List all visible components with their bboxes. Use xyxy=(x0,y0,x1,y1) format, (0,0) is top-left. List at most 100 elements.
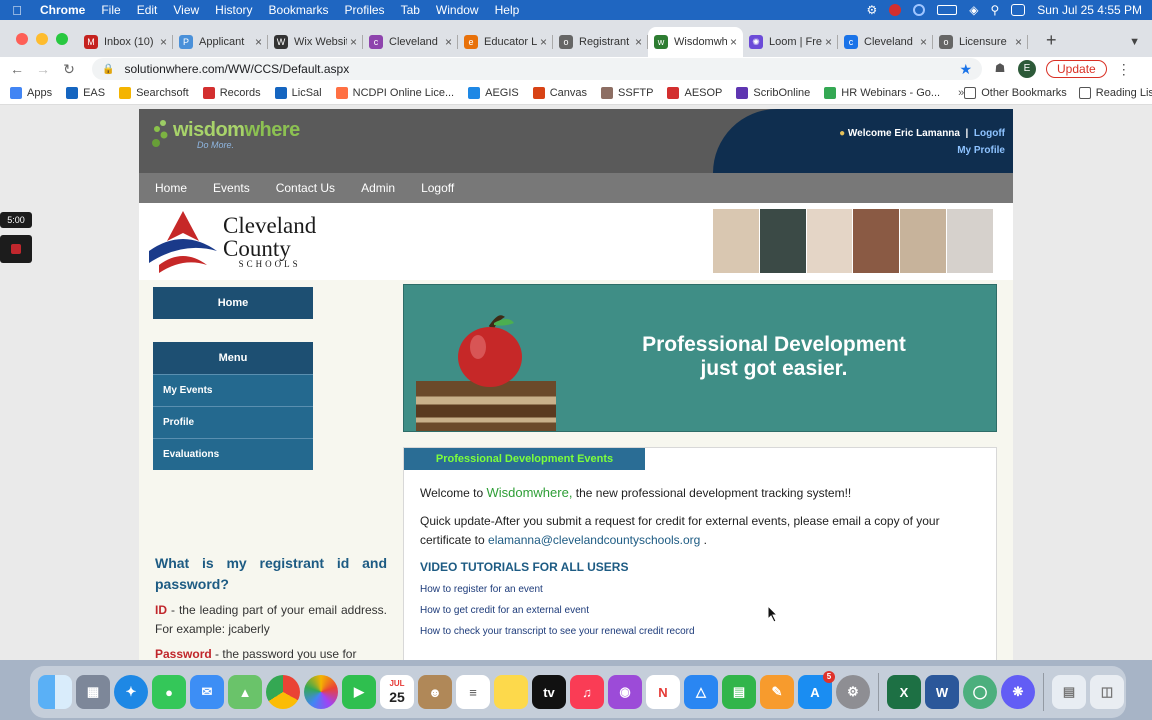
video-link-external-credit[interactable]: How to get credit for an external event xyxy=(420,605,980,616)
sidebar-item-evaluations[interactable]: Evaluations xyxy=(153,438,313,470)
sidebar-home-button[interactable]: Home xyxy=(153,287,313,319)
bookmark-item[interactable]: HR Webinars - Go... xyxy=(824,86,940,99)
header-logoff-link[interactable]: Logoff xyxy=(974,128,1005,139)
nav-admin[interactable]: Admin xyxy=(361,181,395,195)
menu-app-name[interactable]: Chrome xyxy=(34,3,93,17)
contacts-icon[interactable]: ☻ xyxy=(418,675,452,709)
red-app-icon[interactable] xyxy=(889,4,902,16)
app-store-icon[interactable]: A5 xyxy=(798,671,835,709)
brightness-icon[interactable]: ⚙ xyxy=(866,3,877,17)
word-icon[interactable]: W xyxy=(925,675,959,709)
stop-recording-button[interactable] xyxy=(0,235,32,263)
messages-icon[interactable]: ● xyxy=(152,675,186,709)
browser-tab[interactable]: M Inbox (10) × xyxy=(78,27,173,57)
bookmark-item[interactable]: AEGIS xyxy=(468,86,519,99)
address-bar[interactable]: 🔒 solutionwhere.com/WW/CCS/Default.aspx … xyxy=(92,58,982,80)
nav-events[interactable]: Events xyxy=(213,181,250,195)
nav-contact-us[interactable]: Contact Us xyxy=(276,181,335,195)
control-center-icon[interactable] xyxy=(1011,4,1026,16)
apple-tv-icon[interactable]: tv xyxy=(532,675,566,709)
keynote-icon[interactable]: △ xyxy=(684,675,718,709)
sidebar-item-profile[interactable]: Profile xyxy=(153,406,313,438)
battery-icon[interactable] xyxy=(937,5,958,15)
calendar-icon[interactable]: JUL 25 xyxy=(380,675,414,709)
blue-circle-icon[interactable] xyxy=(913,4,926,16)
menu-history[interactable]: History xyxy=(207,3,260,17)
notes-icon[interactable] xyxy=(494,675,528,709)
menu-clock[interactable]: Sun Jul 25 4:55 PM xyxy=(1037,3,1142,17)
bookmark-item[interactable]: EAS xyxy=(66,86,105,99)
other-bookmarks-folder[interactable]: Other Bookmarks xyxy=(964,86,1067,99)
photos-icon[interactable] xyxy=(304,675,338,709)
facetime-icon[interactable]: ▶ xyxy=(342,675,376,709)
update-email-link[interactable]: elamanna@clevelandcountyschools.org xyxy=(488,533,700,547)
maps-icon[interactable]: ▲ xyxy=(228,675,262,709)
back-button[interactable]: ← xyxy=(4,61,30,77)
bookmark-star-icon[interactable]: ★ xyxy=(959,61,972,78)
loom-icon[interactable]: ❋ xyxy=(1001,675,1035,709)
tab-close-icon[interactable]: × xyxy=(730,35,737,49)
bookmark-item[interactable]: Canvas xyxy=(532,86,587,99)
browser-tab[interactable]: c Cleveland × xyxy=(838,27,933,57)
reminders-icon[interactable]: ≡ xyxy=(456,675,490,709)
tab-close-icon[interactable]: × xyxy=(920,35,927,49)
menu-profiles[interactable]: Profiles xyxy=(337,3,393,17)
tab-close-icon[interactable]: × xyxy=(825,35,832,49)
finder-icon[interactable] xyxy=(38,675,72,709)
browser-tab[interactable]: e Educator L × xyxy=(458,27,553,57)
zoom-window-icon[interactable] xyxy=(56,33,68,45)
podcasts-icon[interactable]: ◉ xyxy=(608,675,642,709)
apple-menu-icon[interactable]:  xyxy=(0,3,34,18)
chrome-menu-icon[interactable]: ⋮ xyxy=(1117,61,1131,78)
spotlight-search-icon[interactable]: ⚲ xyxy=(990,3,999,17)
system-preferences-icon[interactable]: ⚙ xyxy=(836,675,870,709)
wifi-icon[interactable]: ◈ xyxy=(969,3,978,17)
profile-avatar[interactable]: E xyxy=(1018,60,1036,78)
mail-icon[interactable]: ✉ xyxy=(190,675,224,709)
bookmark-item[interactable]: NCDPI Online Lice... xyxy=(335,86,454,99)
reading-list-button[interactable]: Reading List xyxy=(1078,86,1152,99)
music-icon[interactable]: ♫ xyxy=(570,675,604,709)
numbers-icon[interactable]: ▤ xyxy=(722,675,756,709)
menu-bookmarks[interactable]: Bookmarks xyxy=(261,3,337,17)
browser-tab[interactable]: c Cleveland × xyxy=(363,27,458,57)
close-window-icon[interactable] xyxy=(16,33,28,45)
downloads-folder-icon[interactable]: ▤ xyxy=(1052,675,1086,709)
news-icon[interactable]: N xyxy=(646,675,680,709)
extensions-puzzle-icon[interactable]: ☗ xyxy=(992,61,1008,77)
tab-close-icon[interactable]: × xyxy=(1015,35,1022,49)
lock-icon[interactable]: 🔒 xyxy=(102,64,114,75)
sidebar-item-my-events[interactable]: My Events xyxy=(153,374,313,406)
menu-view[interactable]: View xyxy=(165,3,207,17)
bookmark-item[interactable]: LicSal xyxy=(274,86,322,99)
tab-close-icon[interactable]: × xyxy=(540,35,547,49)
menu-edit[interactable]: Edit xyxy=(129,3,166,17)
pages-icon[interactable]: ✎ xyxy=(760,675,794,709)
bookmark-item[interactable]: Searchsoft xyxy=(119,86,189,99)
bookmark-item[interactable]: SSFTP xyxy=(601,86,653,99)
menu-file[interactable]: File xyxy=(93,3,128,17)
minimize-window-icon[interactable] xyxy=(36,33,48,45)
chrome-icon[interactable] xyxy=(266,675,300,709)
bookmark-item[interactable]: Records xyxy=(202,86,261,99)
tab-close-icon[interactable]: × xyxy=(255,35,262,49)
browser-tab[interactable]: ✺ Loom | Free× xyxy=(743,27,838,57)
nav-home[interactable]: Home xyxy=(155,181,187,195)
tab-close-icon[interactable]: × xyxy=(160,35,167,49)
new-tab-button[interactable]: + xyxy=(1028,30,1057,57)
my-profile-link[interactable]: My Profile xyxy=(957,145,1005,156)
trash-icon[interactable]: ◫ xyxy=(1090,675,1124,709)
browser-tab[interactable]: o Licensure × xyxy=(933,27,1028,57)
nav-logoff[interactable]: Logoff xyxy=(421,181,454,195)
launchpad-icon[interactable]: ▦ xyxy=(76,675,110,709)
chrome-update-button[interactable]: Update xyxy=(1046,60,1107,78)
menu-help[interactable]: Help xyxy=(487,3,528,17)
tab-close-icon[interactable]: × xyxy=(635,35,642,49)
browser-globe-icon[interactable]: ◯ xyxy=(963,675,997,709)
menu-tab[interactable]: Tab xyxy=(393,3,428,17)
reload-button[interactable]: ↻ xyxy=(56,61,82,78)
browser-tab[interactable]: o Registrant × xyxy=(553,27,648,57)
tab-close-icon[interactable]: × xyxy=(350,35,357,49)
tab-close-icon[interactable]: × xyxy=(445,35,452,49)
video-link-transcript[interactable]: How to check your transcript to see your… xyxy=(420,626,980,637)
